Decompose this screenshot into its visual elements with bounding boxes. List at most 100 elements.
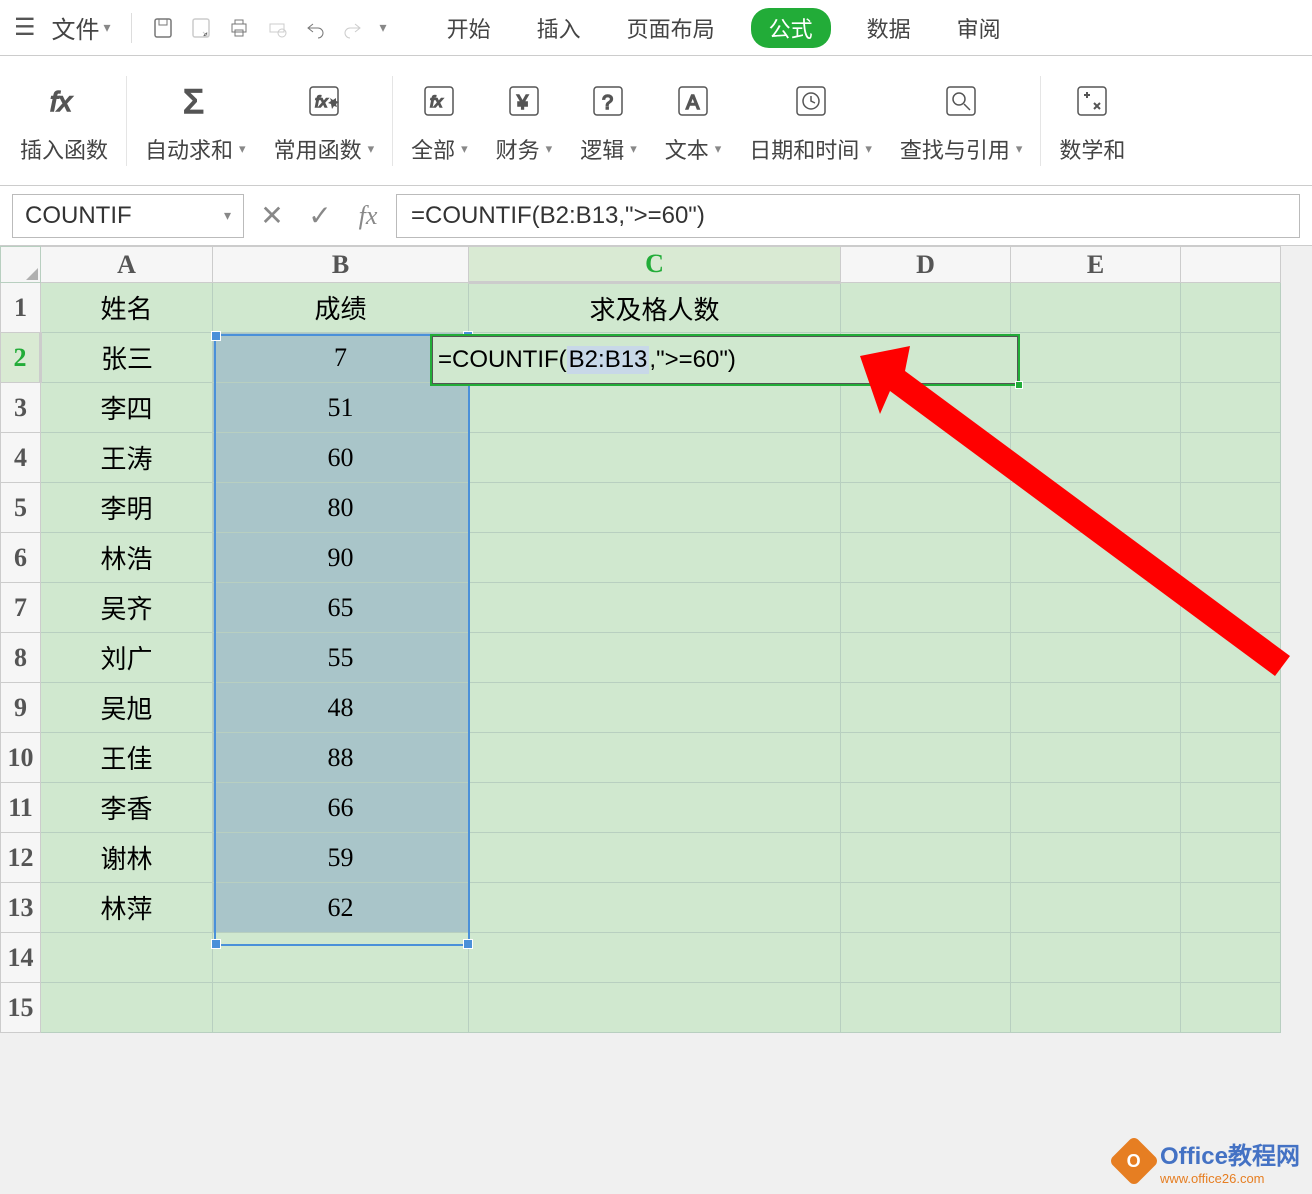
col-header-d[interactable]: D	[841, 247, 1011, 283]
tab-data[interactable]: 数据	[857, 8, 921, 48]
formula-input[interactable]: =COUNTIF(B2:B13,">=60")	[396, 194, 1300, 238]
math-functions-button[interactable]: 数学和	[1049, 77, 1135, 165]
row-header[interactable]: 12	[1, 833, 41, 883]
row-header[interactable]: 4	[1, 433, 41, 483]
cell[interactable]	[1181, 333, 1281, 383]
row-header[interactable]: 15	[1, 983, 41, 1033]
row-header[interactable]: 8	[1, 633, 41, 683]
print-preview-icon[interactable]	[260, 11, 294, 45]
cell[interactable]: 李明	[41, 483, 213, 533]
cell[interactable]	[469, 383, 841, 433]
menu-icon[interactable]: ☰	[8, 13, 42, 42]
cell[interactable]: 66	[213, 783, 469, 833]
row-header[interactable]: 2	[1, 333, 41, 383]
row-header[interactable]: 13	[1, 883, 41, 933]
row-header[interactable]: 9	[1, 683, 41, 733]
col-header-a[interactable]: A	[41, 247, 213, 283]
chevron-down-icon: ▾	[630, 141, 637, 157]
svg-text:Σ: Σ	[183, 83, 204, 121]
col-header-c[interactable]: C	[469, 247, 841, 283]
insert-function-button[interactable]: fx 插入函数	[10, 77, 118, 165]
cell[interactable]	[1011, 283, 1181, 333]
autosum-button[interactable]: Σ 自动求和▾	[135, 77, 256, 165]
cell[interactable]: 林浩	[41, 533, 213, 583]
save-as-icon[interactable]	[184, 11, 218, 45]
cell[interactable]: 90	[213, 533, 469, 583]
cell[interactable]: 80	[213, 483, 469, 533]
print-icon[interactable]	[222, 11, 256, 45]
col-header-f[interactable]	[1181, 247, 1281, 283]
formula-text: =COUNTIF(	[438, 346, 567, 374]
fx-star-icon: fx	[304, 77, 344, 125]
lookup-functions-button[interactable]: 查找与引用▾	[890, 77, 1033, 165]
row-header[interactable]: 7	[1, 583, 41, 633]
tab-review[interactable]: 审阅	[947, 8, 1011, 48]
cell[interactable]: 张三	[41, 333, 213, 383]
chevron-down-icon: ▾	[865, 141, 872, 157]
row-header[interactable]: 10	[1, 733, 41, 783]
cell[interactable]: 谢林	[41, 833, 213, 883]
cell[interactable]: 姓名	[41, 283, 213, 333]
fill-handle[interactable]	[1015, 381, 1023, 389]
tab-formula[interactable]: 公式	[751, 8, 831, 48]
svg-text:fx: fx	[50, 86, 73, 117]
logic-functions-button[interactable]: ? 逻辑▾	[570, 77, 647, 165]
cell[interactable]: 吴齐	[41, 583, 213, 633]
row-header[interactable]: 3	[1, 383, 41, 433]
chevron-down-icon: ▾	[715, 141, 722, 157]
finance-functions-button[interactable]: ¥ 财务▾	[486, 77, 563, 165]
col-header-b[interactable]: B	[213, 247, 469, 283]
name-box[interactable]: COUNTIF▾	[12, 194, 244, 238]
cell-editor[interactable]: =COUNTIF(B2:B13,">=60")	[430, 334, 1020, 386]
text-functions-button[interactable]: A 文本▾	[655, 77, 732, 165]
svg-text:A: A	[686, 92, 700, 114]
chevron-down-icon: ▾	[224, 207, 231, 224]
chevron-down-icon: ▾	[461, 141, 468, 157]
svg-text:fx: fx	[430, 94, 443, 111]
row-header[interactable]: 14	[1, 933, 41, 983]
cell[interactable]: 刘广	[41, 633, 213, 683]
cell[interactable]: 60	[213, 433, 469, 483]
cell[interactable]: 王佳	[41, 733, 213, 783]
undo-icon[interactable]	[298, 11, 332, 45]
cell[interactable]: 成绩	[213, 283, 469, 333]
formula-bar: COUNTIF▾ ✕ ✓ fx =COUNTIF(B2:B13,">=60")	[0, 186, 1312, 246]
cell[interactable]: 李四	[41, 383, 213, 433]
file-menu[interactable]: 文件▾	[46, 10, 117, 45]
tab-start[interactable]: 开始	[437, 8, 501, 48]
cell[interactable]: 吴旭	[41, 683, 213, 733]
cell[interactable]	[841, 283, 1011, 333]
tab-layout[interactable]: 页面布局	[617, 8, 725, 48]
cell[interactable]: 51	[213, 383, 469, 433]
qat-dropdown-icon[interactable]: ▾	[380, 19, 387, 36]
cell[interactable]: 林萍	[41, 883, 213, 933]
all-functions-button[interactable]: fx 全部▾	[401, 77, 478, 165]
col-header-e[interactable]: E	[1011, 247, 1181, 283]
cell[interactable]: 59	[213, 833, 469, 883]
select-all-corner[interactable]	[1, 247, 41, 283]
cell[interactable]	[1181, 283, 1281, 333]
fx-all-icon: fx	[419, 77, 459, 125]
common-functions-button[interactable]: fx 常用函数▾	[264, 77, 385, 165]
datetime-functions-button[interactable]: 日期和时间▾	[739, 77, 882, 165]
question-icon: ?	[588, 77, 628, 125]
tab-insert[interactable]: 插入	[527, 8, 591, 48]
cell[interactable]: 62	[213, 883, 469, 933]
cell[interactable]: 88	[213, 733, 469, 783]
row-header[interactable]: 5	[1, 483, 41, 533]
row-header[interactable]: 6	[1, 533, 41, 583]
fx-button[interactable]: fx	[348, 201, 388, 231]
cell[interactable]: 王涛	[41, 433, 213, 483]
cell[interactable]: 李香	[41, 783, 213, 833]
save-icon[interactable]	[146, 11, 180, 45]
row-header[interactable]: 1	[1, 283, 41, 333]
cell[interactable]: 求及格人数	[469, 283, 841, 333]
redo-icon[interactable]	[336, 11, 370, 45]
cell[interactable]: 65	[213, 583, 469, 633]
cancel-edit-button[interactable]: ✕	[252, 199, 292, 233]
cell[interactable]	[1011, 333, 1181, 383]
row-header[interactable]: 11	[1, 783, 41, 833]
cell[interactable]: 55	[213, 633, 469, 683]
cell[interactable]: 48	[213, 683, 469, 733]
confirm-edit-button[interactable]: ✓	[300, 199, 340, 233]
